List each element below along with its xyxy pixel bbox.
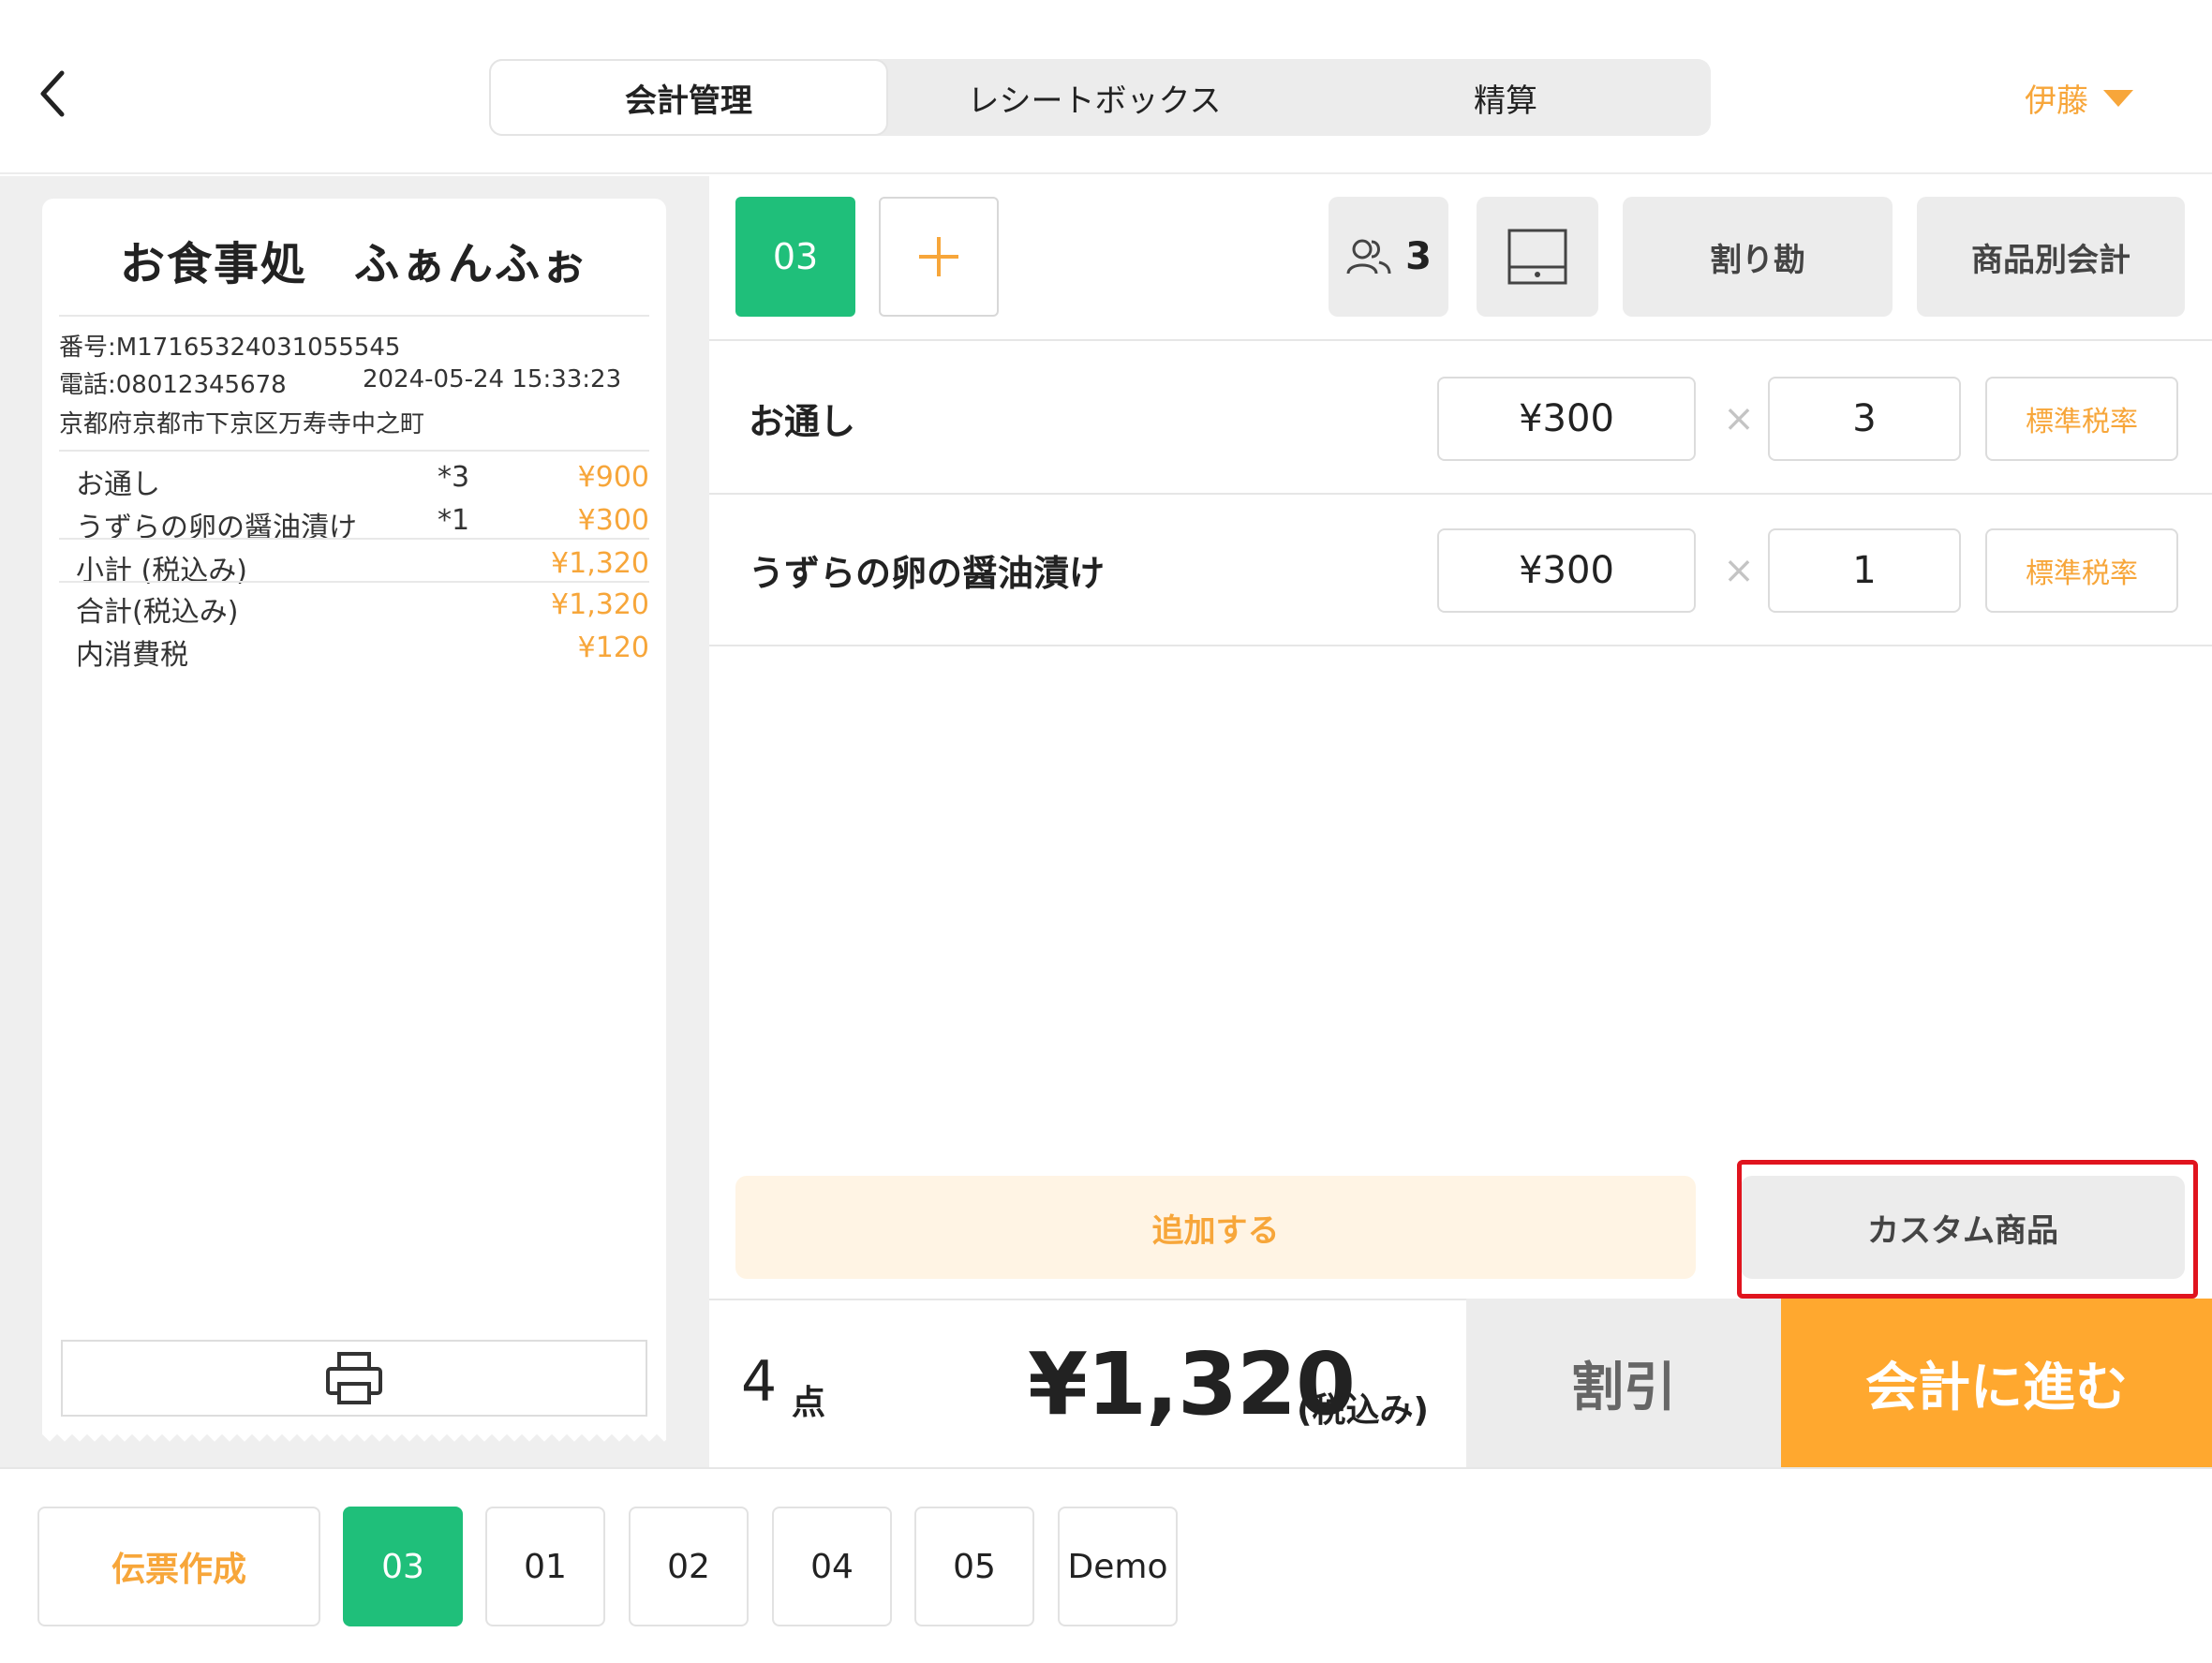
plus-icon [919, 237, 958, 276]
item-name: お通し [76, 468, 160, 501]
tab-accounting[interactable]: 会計管理 [489, 59, 888, 136]
item-price: ¥900 [577, 461, 649, 494]
order-tab-05[interactable]: 05 [914, 1507, 1034, 1626]
split-bill-button[interactable]: 割り勘 [1623, 197, 1893, 317]
current-order-tag[interactable]: 03 [735, 197, 855, 317]
receipt-address: 京都府京都市下京区万寿寺中之町 [59, 410, 425, 438]
store-name: お食事処 ふぁんふぉ [119, 238, 588, 290]
times-icon: × [1723, 549, 1755, 592]
divider [709, 339, 2212, 341]
receipt-number: 番号:M17165324031055545 [59, 334, 401, 362]
receipt-datetime: 2024-05-24 15:33:23 [363, 365, 622, 393]
add-order-button[interactable] [879, 197, 999, 317]
main-tabs: 会計管理 レシートボックス 精算 [489, 59, 1711, 136]
tax-value: ¥120 [577, 631, 649, 664]
receipt-preview: お食事処 ふぁんふぉ 番号:M17165324031055545 電話:0801… [42, 199, 666, 1440]
cash-drawer-icon [1507, 229, 1567, 285]
receipt-item: うずらの卵の醤油漬け *1 ¥300 [76, 504, 649, 544]
printer-icon [326, 1352, 382, 1404]
order-tab-01[interactable]: 01 [485, 1507, 605, 1626]
top-bar: 会計管理 レシートボックス 精算 伊藤 [0, 0, 2212, 174]
pay-by-item-button[interactable]: 商品別会計 [1917, 197, 2185, 317]
order-tab-04[interactable]: 04 [772, 1507, 892, 1626]
guest-count: 3 [1405, 235, 1432, 278]
tax-label: 内消費税 [76, 639, 188, 672]
receipt-total: 合計(税込み) ¥1,320 [76, 588, 649, 629]
divider [59, 315, 649, 317]
line-qty-field[interactable]: 1 [1768, 528, 1961, 613]
add-item-button[interactable]: 追加する [735, 1176, 1696, 1279]
line-tax-rate-button[interactable]: 標準税率 [1985, 528, 2178, 613]
tab-settlement[interactable]: 精算 [1300, 59, 1711, 136]
receipt-tax: 内消費税 ¥120 [76, 631, 649, 672]
user-name: 伊藤 [2025, 82, 2088, 120]
subtotal-value: ¥1,320 [551, 547, 649, 580]
line-item-name: うずらの卵の醤油漬け [749, 552, 1106, 594]
receipt-torn-edge [42, 1422, 666, 1445]
item-count: 4 [741, 1349, 778, 1415]
item-price: ¥300 [577, 504, 649, 537]
discount-button[interactable]: 割引 [1466, 1299, 1781, 1467]
total-value: ¥1,320 [551, 588, 649, 621]
divider [59, 581, 649, 583]
people-icon [1346, 239, 1391, 275]
receipt-item: お通し *3 ¥900 [76, 461, 649, 501]
tab-receipt-box[interactable]: レシートボックス [888, 59, 1300, 136]
receipt-phone: 電話:08012345678 [59, 371, 287, 399]
caret-down-icon [2103, 89, 2133, 107]
item-qty: *3 [438, 461, 470, 494]
divider [59, 538, 649, 540]
back-button[interactable] [36, 67, 82, 127]
receipt-subtotal: 小計 (税込み) ¥1,320 [76, 547, 649, 587]
create-slip-button[interactable]: 伝票作成 [37, 1507, 320, 1626]
guest-count-button[interactable]: 3 [1329, 197, 1448, 317]
order-line: うずらの卵の醤油漬け ¥300 × 1 標準税率 [709, 495, 2212, 645]
times-icon: × [1723, 397, 1755, 440]
divider [59, 450, 649, 452]
print-button[interactable] [61, 1340, 647, 1417]
order-tab-02[interactable]: 02 [629, 1507, 749, 1626]
order-tab-03[interactable]: 03 [343, 1507, 463, 1626]
checkout-button[interactable]: 会計に進む [1781, 1299, 2212, 1467]
order-line: お通し ¥300 × 3 標準税率 [709, 343, 2212, 493]
order-total-suffix: (税込み) [1297, 1391, 1429, 1430]
divider [709, 645, 2212, 646]
cash-drawer-button[interactable] [1477, 197, 1598, 317]
highlight-box [1737, 1160, 2198, 1299]
order-summary: 4 点 ¥1,320 (税込み) [709, 1299, 1466, 1467]
total-label: 合計(税込み) [76, 596, 239, 629]
line-price-field[interactable]: ¥300 [1437, 528, 1696, 613]
line-item-name: お通し [749, 400, 856, 442]
line-tax-rate-button[interactable]: 標準税率 [1985, 377, 2178, 461]
order-tab-demo[interactable]: Demo [1058, 1507, 1178, 1626]
item-qty: *1 [438, 504, 470, 537]
line-price-field[interactable]: ¥300 [1437, 377, 1696, 461]
line-qty-field[interactable]: 3 [1768, 377, 1961, 461]
bottom-bar: 伝票作成 03 01 02 04 05 Demo [0, 1467, 2212, 1663]
user-menu[interactable]: 伊藤 [2025, 75, 2133, 121]
chevron-left-icon [40, 70, 65, 117]
item-count-unit: 点 [792, 1384, 826, 1422]
